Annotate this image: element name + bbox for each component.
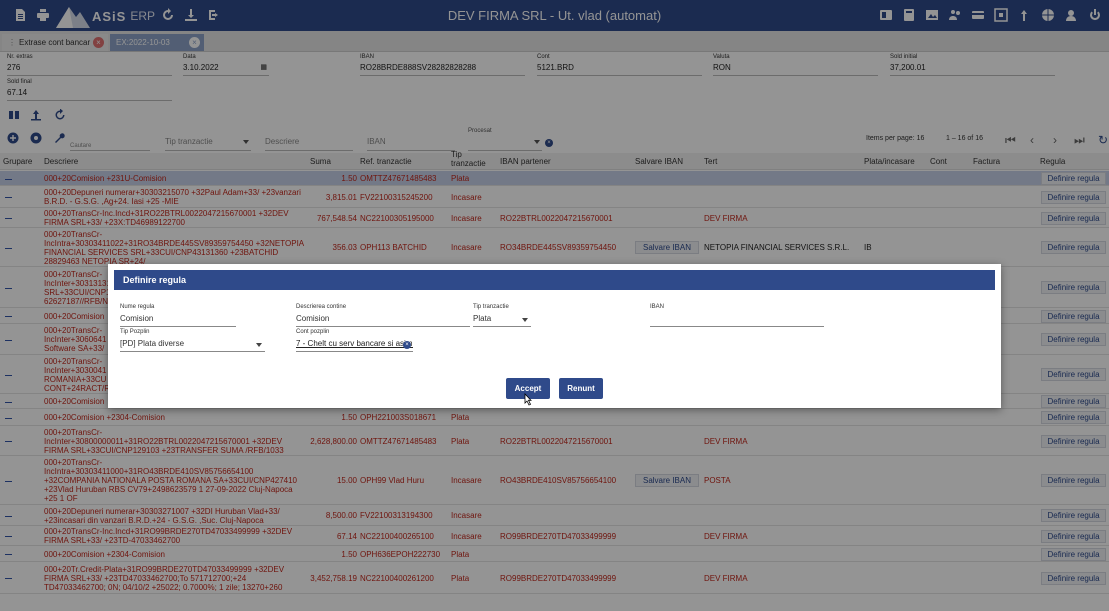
nume-regula-input[interactable]: Comision xyxy=(120,313,236,327)
cont-pozplin-value: 7 - Chelt cu serv bancare si asimilate xyxy=(296,339,413,348)
mouse-cursor-icon xyxy=(524,393,532,406)
tip-tranzactie-field: Tip tranzactie Plata xyxy=(473,304,531,327)
field-label: Cont pozplin xyxy=(296,329,330,335)
select-value: [PD] Plata diverse xyxy=(120,339,185,348)
clear-icon[interactable]: × xyxy=(403,341,411,349)
field-label: Nume regula xyxy=(120,304,155,310)
tip-pozplin-select[interactable]: [PD] Plata diverse xyxy=(120,338,265,352)
field-label: IBAN xyxy=(650,304,665,310)
descriere-contine-input[interactable]: Comision xyxy=(296,313,470,327)
dialog-title: Definire regula xyxy=(114,270,995,290)
descriere-contine-field: Descrierea contine Comision xyxy=(296,304,470,327)
nume-regula-field: Nume regula Comision xyxy=(120,304,236,327)
iban-dialog-field: IBAN xyxy=(650,304,824,327)
field-label: Descrierea contine xyxy=(296,304,347,310)
field-label: Tip Pozplin xyxy=(120,329,150,335)
iban-dialog-input[interactable] xyxy=(650,313,824,327)
renunt-button[interactable]: Renunt xyxy=(559,378,603,399)
tip-tranzactie-select[interactable]: Plata xyxy=(473,313,531,327)
select-value: Plata xyxy=(473,314,492,323)
tip-pozplin-field: Tip Pozplin [PD] Plata diverse xyxy=(120,329,265,352)
cont-pozplin-input[interactable]: 7 - Chelt cu serv bancare si asimilate× xyxy=(296,338,413,352)
definire-regula-dialog: Definire regula Nume regula Comision Des… xyxy=(108,264,1001,408)
field-label: Tip tranzactie xyxy=(473,304,509,310)
chevron-down-icon xyxy=(256,343,262,347)
chevron-down-icon xyxy=(522,318,528,322)
cont-pozplin-field: Cont pozplin 7 - Chelt cu serv bancare s… xyxy=(296,329,413,352)
